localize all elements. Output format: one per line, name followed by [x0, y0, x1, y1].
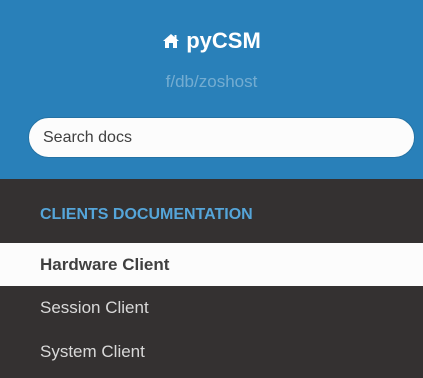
version-label: f/db/zoshost [165, 72, 258, 91]
nav-item-session-client[interactable]: Session Client [0, 286, 423, 329]
project-home-link[interactable]: pyCSM [0, 27, 423, 55]
docs-sidebar: pyCSM f/db/zoshost CLIENTS DOCUMENTATION… [0, 0, 423, 378]
nav-caption: CLIENTS DOCUMENTATION [40, 206, 253, 223]
nav-item-system-client[interactable]: System Client [0, 330, 423, 373]
sidebar-header: pyCSM f/db/zoshost [0, 0, 423, 179]
nav-item-hardware-client[interactable]: Hardware Client [0, 243, 423, 286]
home-icon [163, 34, 180, 48]
search-input[interactable] [28, 117, 415, 158]
project-name: pyCSM [186, 28, 261, 53]
